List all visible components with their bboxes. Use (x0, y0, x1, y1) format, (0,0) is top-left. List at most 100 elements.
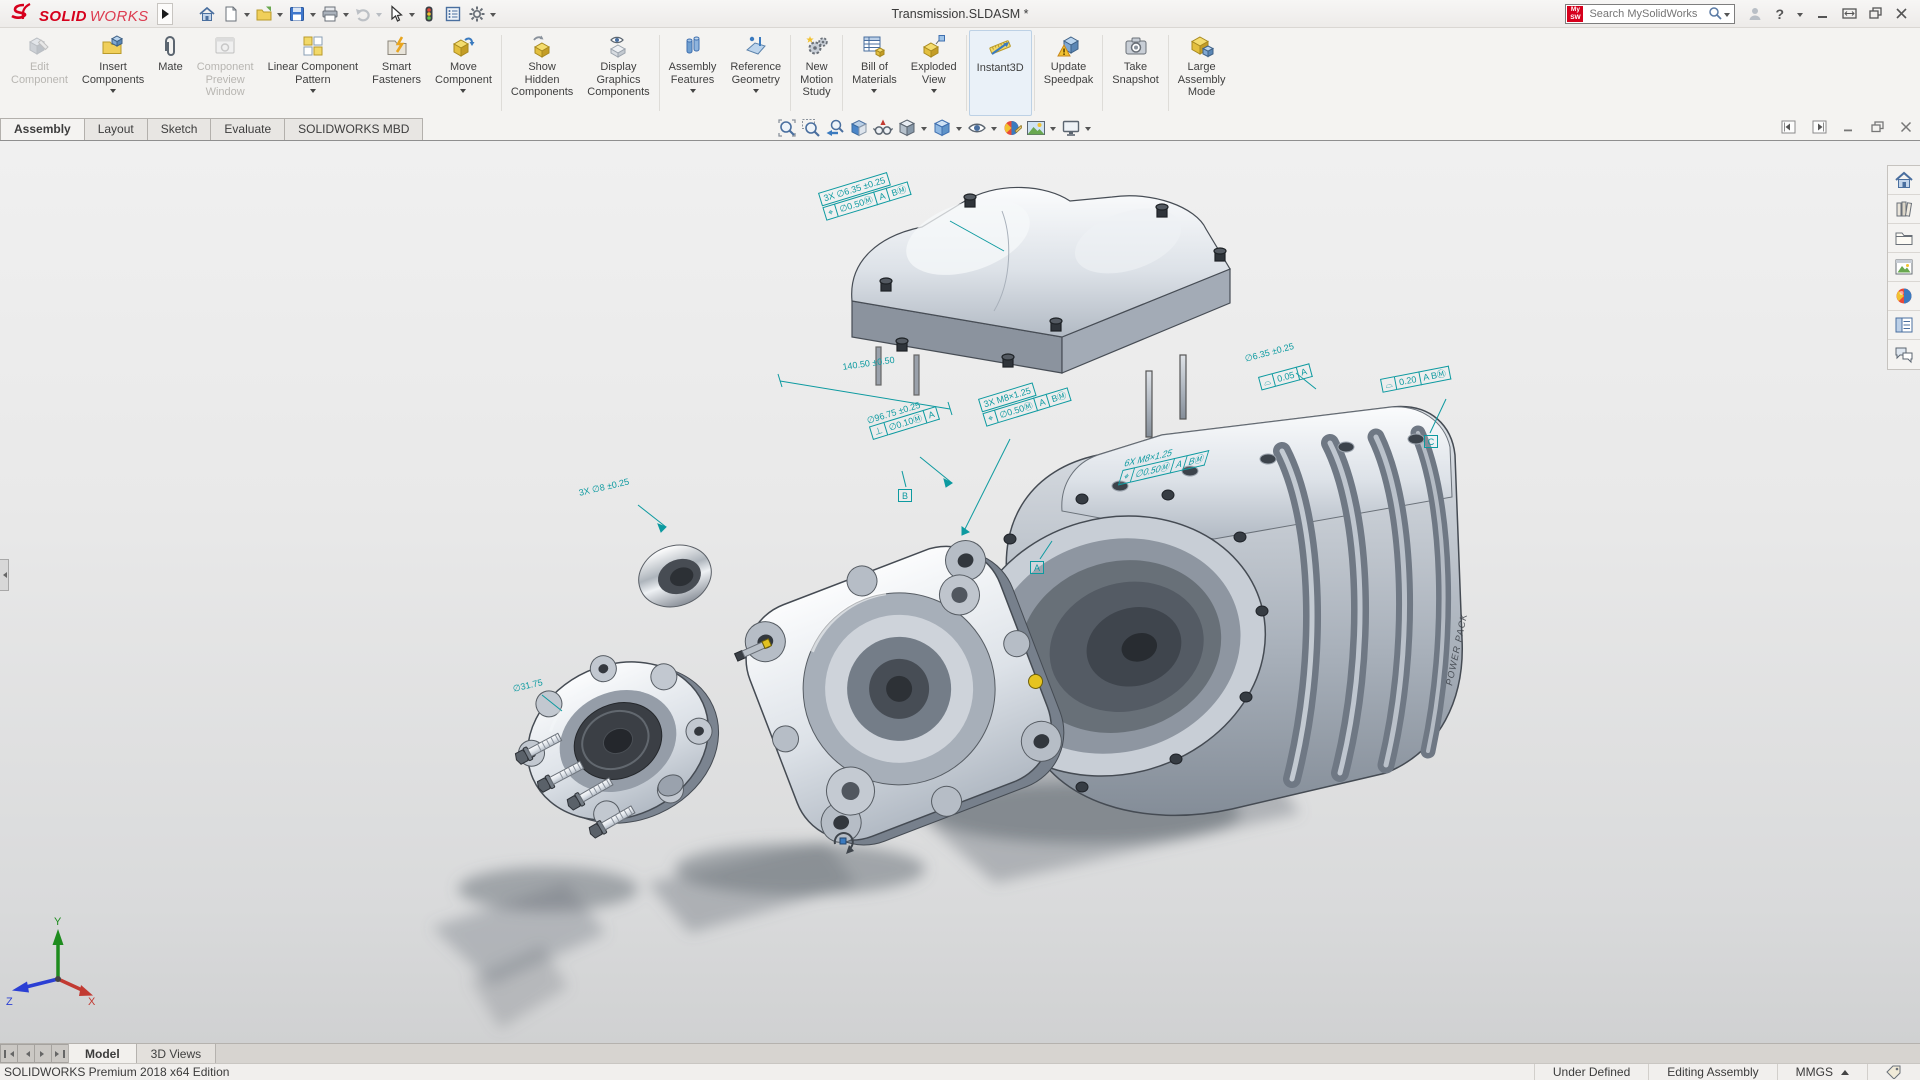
sign-in-user-icon[interactable] (1747, 6, 1763, 22)
status-units-selector[interactable]: MMGS (1777, 1064, 1867, 1080)
tab-evaluate[interactable]: Evaluate (210, 118, 285, 140)
close-window-icon[interactable] (1895, 7, 1908, 20)
ribbon-button-smart-fasteners[interactable]: SmartFasteners (365, 30, 428, 116)
bill-of-materials-dropdown[interactable] (871, 89, 877, 96)
ribbon-button-bill-of-materials[interactable]: Bill ofMaterials (845, 30, 904, 116)
fullscreen-icon[interactable] (1842, 7, 1857, 20)
save-button[interactable] (285, 3, 309, 25)
display-style-button[interactable] (931, 117, 953, 139)
search-input[interactable] (1587, 7, 1708, 21)
task-pane-view-palette-button[interactable] (1888, 253, 1920, 282)
tab-model[interactable]: Model (68, 1044, 137, 1063)
help-button[interactable]: ? (1775, 6, 1784, 22)
assembly-3d-view[interactable]: POWER PACK (0, 141, 1920, 1043)
last-tab-button[interactable] (51, 1044, 69, 1063)
ribbon-button-insert-components[interactable]: InsertComponents (75, 30, 151, 116)
collapse-pane-left-icon[interactable] (1781, 120, 1796, 134)
ribbon-button-component-preview-window[interactable]: ComponentPreviewWindow (190, 30, 261, 116)
undo-dropdown[interactable] (376, 13, 382, 20)
close-document-icon[interactable] (1900, 121, 1912, 133)
help-dropdown[interactable] (1797, 13, 1803, 20)
task-pane-file-explorer-button[interactable] (1888, 224, 1920, 253)
ribbon-button-update-speedpak[interactable]: UpdateSpeedpak (1037, 30, 1101, 116)
minimize-document-icon[interactable] (1843, 121, 1855, 133)
assembly-features-dropdown[interactable] (690, 89, 696, 96)
home-button[interactable] (195, 3, 219, 25)
zoom-to-fit-button[interactable] (776, 117, 798, 139)
feature-manager-splitter[interactable] (0, 559, 9, 591)
expand-pane-right-icon[interactable] (1812, 120, 1827, 134)
previous-view-button[interactable] (824, 117, 846, 139)
save-dropdown[interactable] (310, 13, 316, 20)
ribbon-button-large-assembly-mode[interactable]: LargeAssemblyMode (1171, 30, 1233, 116)
new-document-button[interactable] (219, 3, 243, 25)
section-view-button[interactable] (848, 117, 870, 139)
open-button[interactable] (252, 3, 276, 25)
options-list-button[interactable] (441, 3, 465, 25)
search-scope-dropdown[interactable] (1724, 13, 1730, 20)
datum-label-b[interactable]: B (898, 489, 912, 502)
datum-label-c[interactable]: C (1424, 435, 1438, 448)
graphics-area[interactable]: POWER PACK (0, 141, 1920, 1043)
ribbon-button-new-motion-study[interactable]: NewMotionStudy (793, 30, 840, 116)
tab-3d-views[interactable]: 3D Views (137, 1044, 216, 1063)
view-settings-dropdown[interactable] (1085, 127, 1091, 134)
ribbon-button-exploded-view[interactable]: ExplodedView (904, 30, 964, 116)
performance-evaluation-button[interactable] (417, 3, 441, 25)
ribbon-button-assembly-features[interactable]: AssemblyFeatures (662, 30, 724, 116)
ribbon-button-take-snapshot[interactable]: TakeSnapshot (1105, 30, 1165, 116)
zoom-to-area-button[interactable] (800, 117, 822, 139)
select-dropdown[interactable] (409, 13, 415, 20)
edit-appearance-button[interactable] (1001, 117, 1023, 139)
ribbon-button-reference-geometry[interactable]: ReferenceGeometry (723, 30, 788, 116)
status-tag-button[interactable] (1867, 1064, 1920, 1080)
previous-tab-button[interactable] (17, 1044, 35, 1063)
search-box[interactable]: MySW (1565, 4, 1735, 24)
ribbon-button-display-graphics-components[interactable]: DisplayGraphicsComponents (580, 30, 656, 116)
hide-show-items-dropdown[interactable] (991, 127, 997, 134)
apply-scene-dropdown[interactable] (1050, 127, 1056, 134)
tab-assembly[interactable]: Assembly (0, 118, 85, 140)
undo-button[interactable] (351, 3, 375, 25)
next-tab-button[interactable] (34, 1044, 52, 1063)
end-cover-part[interactable] (495, 622, 744, 856)
select-button[interactable] (384, 3, 408, 25)
linear-component-pattern-dropdown[interactable] (310, 89, 316, 96)
settings-dropdown[interactable] (490, 13, 496, 20)
hide-annotations-button[interactable] (872, 117, 894, 139)
task-pane-forum-button[interactable] (1888, 340, 1920, 369)
ribbon-button-show-hidden-components[interactable]: ShowHiddenComponents (504, 30, 580, 116)
reference-geometry-dropdown[interactable] (753, 89, 759, 96)
apply-scene-button[interactable] (1025, 117, 1047, 139)
print-button[interactable] (318, 3, 342, 25)
ribbon-button-edit-component[interactable]: EditComponent (4, 30, 75, 116)
search-icon[interactable] (1708, 6, 1723, 21)
open-dropdown[interactable] (277, 13, 283, 20)
task-pane-design-library-button[interactable] (1888, 195, 1920, 224)
ribbon-button-mate[interactable]: Mate (151, 30, 189, 116)
minimize-window-icon[interactable] (1817, 7, 1830, 20)
view-settings-button[interactable] (1060, 117, 1082, 139)
new-document-dropdown[interactable] (244, 13, 250, 20)
first-tab-button[interactable] (0, 1044, 18, 1063)
task-pane-custom-properties-button[interactable] (1888, 311, 1920, 340)
ribbon-button-move-component[interactable]: MoveComponent (428, 30, 499, 116)
menu-flyout-button[interactable] (157, 3, 173, 25)
datum-label-a[interactable]: A (1030, 561, 1044, 574)
restore-document-icon[interactable] (1871, 121, 1884, 133)
view-orientation-button[interactable] (896, 117, 918, 139)
insert-components-dropdown[interactable] (110, 89, 116, 96)
ribbon-button-instant3d[interactable]: Instant3D (969, 30, 1032, 116)
display-style-dropdown[interactable] (956, 127, 962, 134)
restore-window-icon[interactable] (1869, 7, 1883, 20)
exploded-view-dropdown[interactable] (931, 89, 937, 96)
settings-button[interactable] (465, 3, 489, 25)
view-orientation-dropdown[interactable] (921, 127, 927, 134)
task-pane-appearances-button[interactable] (1888, 282, 1920, 311)
tab-layout[interactable]: Layout (84, 118, 148, 140)
task-pane-resources-button[interactable] (1888, 166, 1920, 195)
tab-solidworks-mbd[interactable]: SOLIDWORKS MBD (284, 118, 423, 140)
print-dropdown[interactable] (343, 13, 349, 20)
ribbon-button-linear-component-pattern[interactable]: Linear ComponentPattern (261, 30, 366, 116)
move-component-dropdown[interactable] (460, 89, 466, 96)
